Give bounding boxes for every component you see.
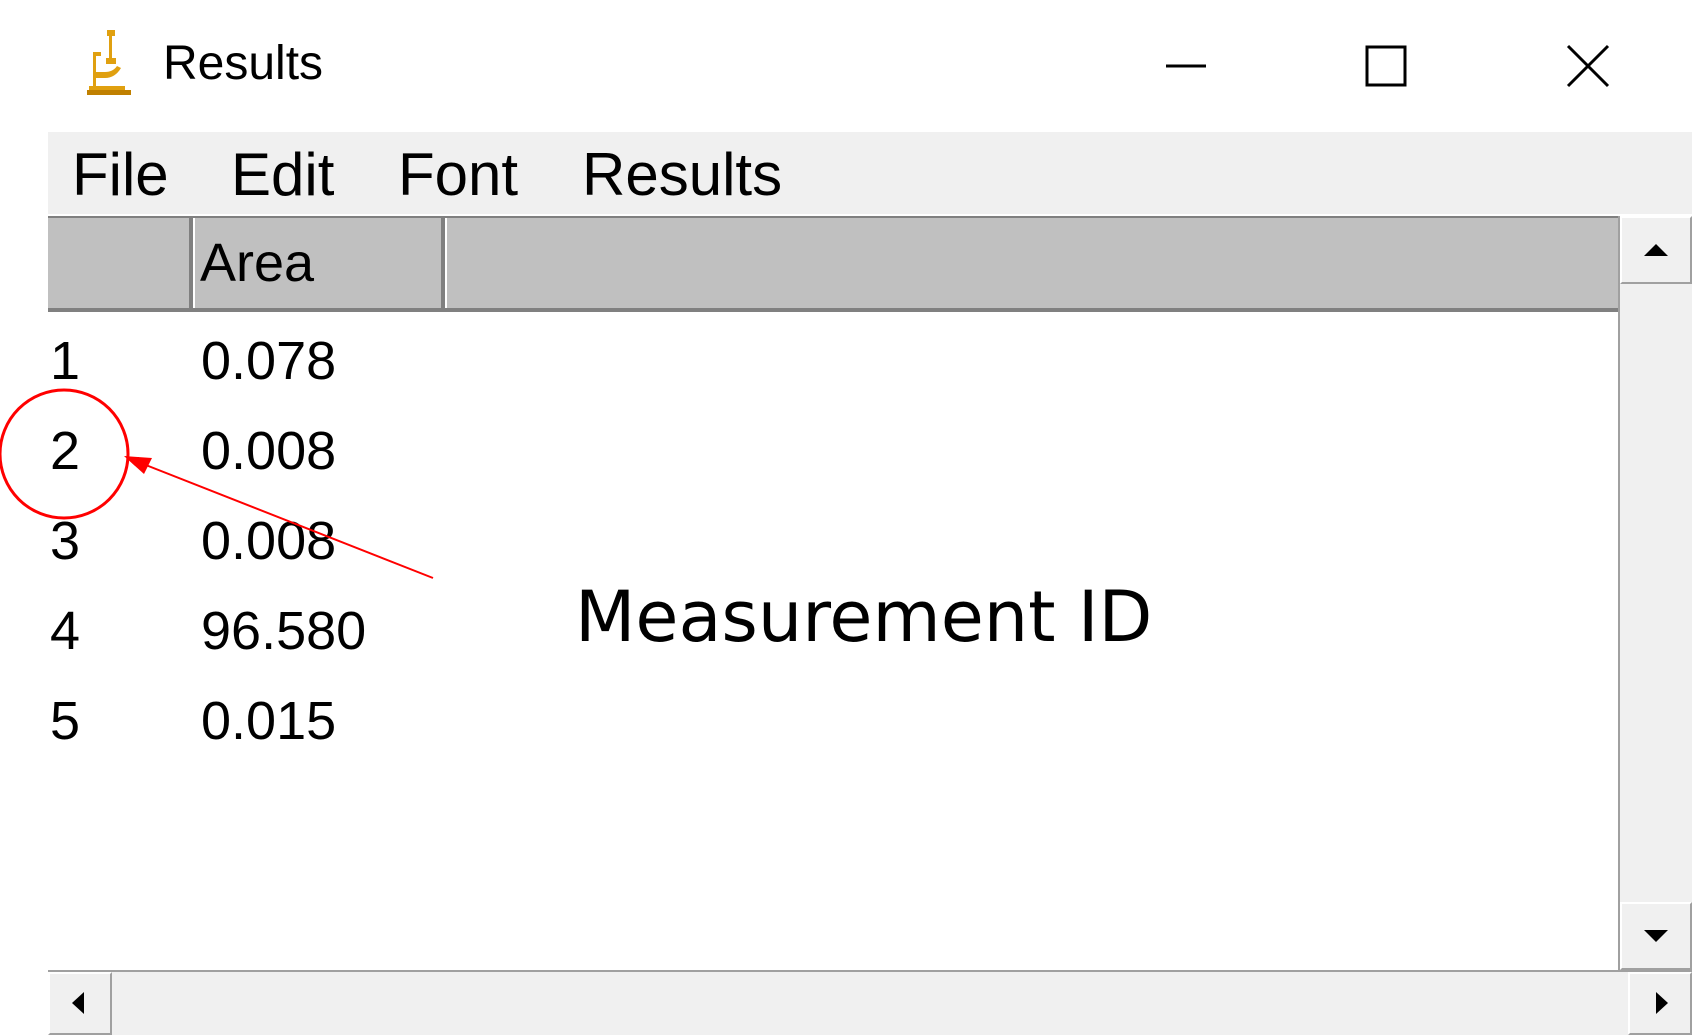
table-row[interactable]: 1 0.078 bbox=[48, 312, 1618, 402]
area-value: 0.078 bbox=[201, 331, 337, 391]
area-value: 0.008 bbox=[201, 421, 337, 481]
horizontal-scrollbar[interactable] bbox=[48, 970, 1692, 1035]
table-header: Area bbox=[48, 216, 1618, 312]
table-row[interactable]: 2 0.008 bbox=[48, 402, 1618, 492]
row-id: 1 bbox=[50, 331, 81, 391]
row-id: 5 bbox=[50, 691, 81, 751]
window-title: Results bbox=[163, 37, 324, 90]
maximize-icon[interactable] bbox=[1350, 30, 1422, 102]
row-id: 3 bbox=[50, 511, 81, 571]
menu-bar: File Edit Font Results bbox=[48, 132, 1692, 214]
scroll-right-button[interactable] bbox=[1628, 972, 1692, 1035]
column-header-area[interactable]: Area bbox=[200, 232, 314, 294]
table-row[interactable]: 3 0.008 bbox=[48, 492, 1618, 582]
column-divider[interactable] bbox=[189, 218, 195, 308]
results-window: Results File Edit Font Results Area 1 0.… bbox=[0, 0, 1692, 1035]
menu-results[interactable]: Results bbox=[582, 140, 782, 210]
vertical-scrollbar[interactable] bbox=[1618, 216, 1692, 970]
close-icon[interactable] bbox=[1552, 30, 1624, 102]
arrow-up-icon bbox=[1644, 244, 1668, 256]
row-id: 2 bbox=[50, 421, 81, 481]
area-value: 96.580 bbox=[201, 601, 367, 661]
row-id: 4 bbox=[50, 601, 81, 661]
arrow-left-icon bbox=[72, 992, 84, 1014]
minimize-icon[interactable] bbox=[1150, 30, 1222, 102]
arrow-right-icon bbox=[1656, 992, 1668, 1014]
scroll-up-button[interactable] bbox=[1620, 216, 1692, 284]
scroll-left-button[interactable] bbox=[48, 972, 112, 1035]
table-row[interactable]: 5 0.015 bbox=[48, 672, 1618, 762]
scroll-down-button[interactable] bbox=[1620, 902, 1692, 970]
menu-edit[interactable]: Edit bbox=[231, 140, 334, 210]
scroll-track[interactable] bbox=[112, 972, 1626, 1035]
menu-file[interactable]: File bbox=[72, 140, 169, 210]
arrow-down-icon bbox=[1644, 930, 1668, 942]
menu-font[interactable]: Font bbox=[398, 140, 518, 210]
column-divider[interactable] bbox=[441, 218, 447, 308]
microscope-icon bbox=[87, 30, 131, 95]
scroll-track[interactable] bbox=[1620, 284, 1692, 902]
area-value: 0.015 bbox=[201, 691, 337, 751]
area-value: 0.008 bbox=[201, 511, 337, 571]
annotation-label: Measurement ID bbox=[575, 576, 1153, 658]
